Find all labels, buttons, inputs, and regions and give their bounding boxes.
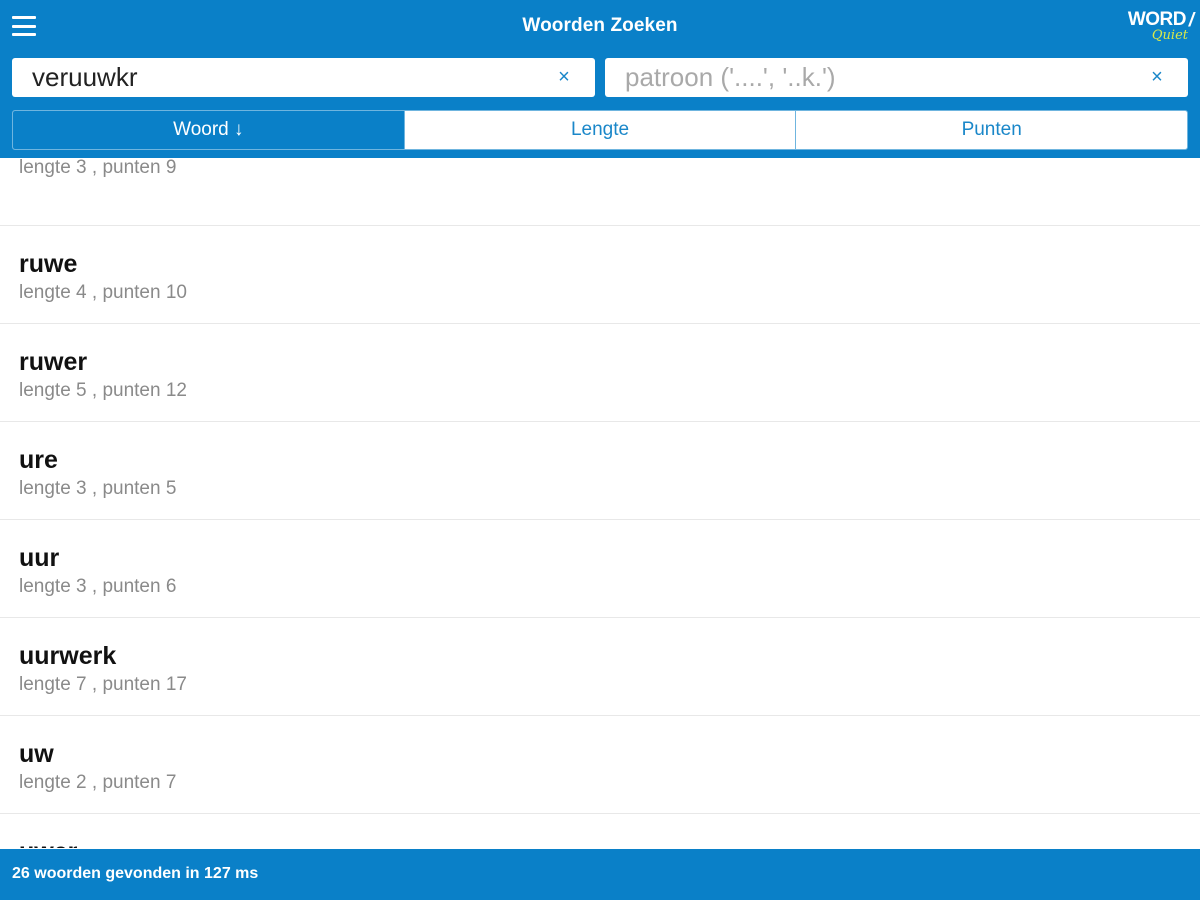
letters-search-box: ×: [12, 58, 595, 97]
list-item[interactable]: ruwe lengte 4 , punten 10: [0, 226, 1200, 324]
page-title: Woorden Zoeken: [522, 15, 678, 36]
result-info: lengte 2 , punten 7: [19, 772, 177, 793]
result-info: lengte 3 , punten 5: [19, 478, 177, 499]
result-info: lengte 3 , punten 9: [19, 158, 177, 178]
clear-pattern-icon[interactable]: ×: [1146, 66, 1168, 88]
result-info: lengte 4 , punten 10: [19, 282, 187, 303]
logo-slash: /: [1188, 10, 1194, 31]
logo-sub: Quiet: [1151, 28, 1188, 43]
app-header: Woorden Zoeken WORD / Quiet × × Woord ↓ …: [0, 0, 1200, 158]
tab-sort-punten[interactable]: Punten: [795, 111, 1187, 149]
list-item[interactable]: uw lengte 2 , punten 7: [0, 716, 1200, 814]
status-bar: 26 woorden gevonden in 127 ms: [0, 849, 1200, 900]
list-item[interactable]: uurwerk lengte 7 , punten 17: [0, 618, 1200, 716]
result-word: ruwer: [19, 348, 88, 376]
list-item[interactable]: ruwer lengte 5 , punten 12: [0, 324, 1200, 422]
result-word: ure: [19, 446, 58, 474]
result-word: uw: [19, 740, 54, 768]
results-list[interactable]: ruw lengte 3 , punten 9 ruwe lengte 4 , …: [0, 158, 1200, 848]
letters-search-input[interactable]: [12, 58, 595, 97]
sort-segmented-control: Woord ↓ Lengte Punten: [12, 110, 1188, 150]
result-word: ruwe: [19, 250, 78, 278]
result-word: uwer: [19, 838, 77, 848]
result-info: lengte 7 , punten 17: [19, 674, 187, 695]
pattern-search-input[interactable]: [605, 58, 1188, 97]
app-logo: WORD / Quiet: [1120, 9, 1194, 47]
clear-letters-icon[interactable]: ×: [553, 66, 575, 88]
tab-sort-woord[interactable]: Woord ↓: [13, 111, 404, 149]
list-item[interactable]: ure lengte 3 , punten 5: [0, 422, 1200, 520]
list-item[interactable]: ruw lengte 3 , punten 9: [0, 158, 1200, 226]
list-item[interactable]: uur lengte 3 , punten 6: [0, 520, 1200, 618]
result-count-status: 26 woorden gevonden in 127 ms: [12, 865, 259, 882]
tab-sort-lengte[interactable]: Lengte: [403, 111, 796, 149]
result-info: lengte 3 , punten 6: [19, 576, 177, 597]
result-word: uur: [19, 544, 60, 572]
list-item[interactable]: uwer: [0, 814, 1200, 848]
result-info: lengte 5 , punten 12: [19, 380, 187, 401]
pattern-search-box: ×: [605, 58, 1188, 97]
result-word: uurwerk: [19, 642, 117, 670]
